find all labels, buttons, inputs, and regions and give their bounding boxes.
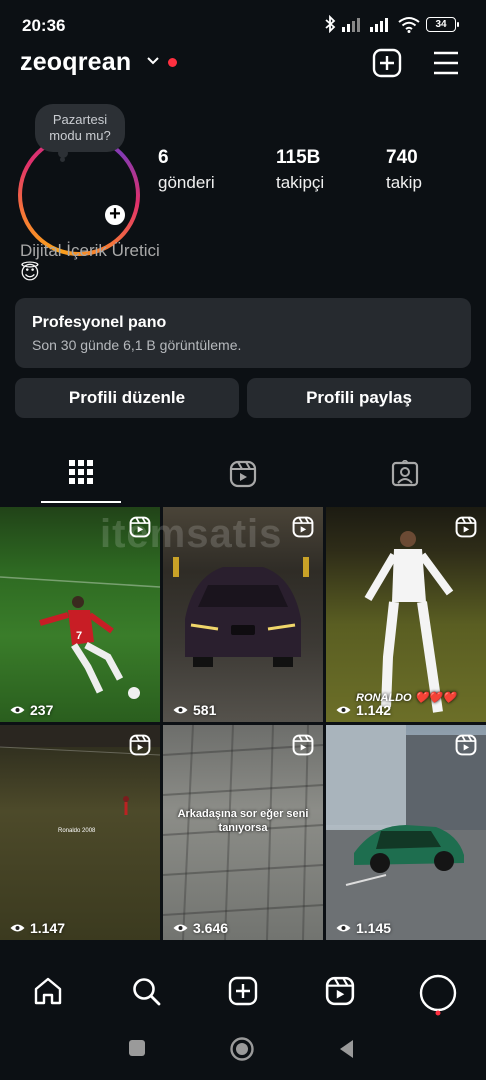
stat-value: 6 bbox=[158, 147, 169, 168]
tagged-icon bbox=[391, 460, 419, 487]
battery-icon: 34 bbox=[426, 16, 459, 32]
player-figure bbox=[364, 531, 454, 713]
post-caption: Arkadaşına sor eğer seni tanıyorsa bbox=[177, 808, 309, 834]
bluetooth-icon bbox=[325, 15, 336, 33]
view-count-value: 1.147 bbox=[30, 920, 66, 936]
reel-icon bbox=[455, 734, 477, 756]
eye-icon bbox=[10, 924, 25, 932]
dashboard-title: Profesyonel pano bbox=[32, 314, 167, 331]
view-count: 1.142 bbox=[336, 702, 391, 718]
view-count-value: 1.142 bbox=[356, 702, 392, 718]
wifi-icon bbox=[398, 16, 420, 33]
add-story-icon[interactable]: + bbox=[102, 202, 128, 228]
signal-icon bbox=[342, 18, 360, 32]
note-text: Pazartesi modu mu? bbox=[49, 112, 111, 143]
profile-header: zeoqrean bbox=[0, 44, 486, 86]
reels-nav-icon[interactable] bbox=[325, 976, 355, 1006]
eye-icon bbox=[173, 706, 188, 714]
car-figure bbox=[326, 725, 486, 940]
bio-emoji: 😇 bbox=[20, 263, 40, 284]
home-button-icon[interactable] bbox=[229, 1036, 255, 1062]
reel-icon bbox=[129, 734, 151, 756]
view-count: 3.646 bbox=[173, 920, 228, 936]
eye-icon bbox=[173, 924, 188, 932]
view-count: 1.147 bbox=[10, 920, 65, 936]
reel-icon bbox=[292, 516, 314, 538]
eye-icon bbox=[336, 706, 351, 714]
dashboard-subtitle: Son 30 günde 6,1 B görüntüleme. bbox=[32, 337, 242, 353]
chevron-down-icon[interactable] bbox=[146, 56, 160, 66]
stat-followers[interactable]: 115B takipçi bbox=[276, 147, 324, 193]
reel-icon bbox=[292, 734, 314, 756]
grid-item[interactable]: Ronaldo 2008 1.147 bbox=[0, 725, 160, 940]
status-time: 20:36 bbox=[22, 16, 66, 35]
home-icon[interactable] bbox=[33, 976, 63, 1006]
battery-level: 34 bbox=[435, 18, 447, 30]
eye-icon bbox=[336, 924, 351, 932]
signal-icon-2 bbox=[370, 18, 388, 32]
bio-category: Dijital İçerik Üretici bbox=[20, 241, 160, 260]
tab-posts[interactable] bbox=[0, 446, 162, 504]
view-count-value: 237 bbox=[30, 702, 54, 718]
note-tail-small bbox=[60, 157, 65, 162]
stat-label: gönderi bbox=[158, 173, 215, 192]
grid-item[interactable]: 1.145 bbox=[326, 725, 486, 940]
eye-icon bbox=[10, 706, 25, 714]
stat-posts[interactable]: 6 gönderi bbox=[158, 147, 215, 193]
professional-dashboard[interactable]: Profesyonel pano Son 30 günde 6,1 B görü… bbox=[15, 298, 471, 368]
create-icon[interactable] bbox=[228, 976, 258, 1006]
view-count: 581 bbox=[173, 702, 216, 718]
tab-tagged[interactable] bbox=[324, 446, 486, 504]
reel-icon bbox=[455, 516, 477, 538]
grid-icon bbox=[69, 460, 93, 484]
recent-apps-icon[interactable] bbox=[127, 1038, 147, 1058]
tab-reels[interactable] bbox=[162, 446, 324, 504]
profile-avatar-icon[interactable] bbox=[418, 973, 458, 1017]
status-bar: 20:36 34 bbox=[0, 0, 486, 50]
stat-label: takip bbox=[386, 173, 422, 192]
view-count-value: 581 bbox=[193, 702, 217, 718]
view-count-value: 1.145 bbox=[356, 920, 392, 936]
view-count: 237 bbox=[10, 702, 53, 718]
view-count: 1.145 bbox=[336, 920, 391, 936]
grid-item[interactable]: RONALDO ❤️❤️❤️ 1.142 bbox=[326, 507, 486, 722]
menu-icon[interactable] bbox=[432, 50, 460, 76]
watermark: itemsatis bbox=[100, 512, 283, 556]
stat-following[interactable]: 740 takip bbox=[386, 147, 422, 193]
create-post-icon[interactable] bbox=[372, 48, 402, 78]
search-icon[interactable] bbox=[131, 976, 161, 1006]
post-small-text: Ronaldo 2008 bbox=[58, 828, 96, 834]
grid-item[interactable]: Arkadaşına sor eğer seni tanıyorsa 3.646 bbox=[163, 725, 323, 940]
svg-text:7: 7 bbox=[76, 630, 82, 642]
status-icons: 34 bbox=[324, 15, 459, 33]
active-tab-indicator bbox=[41, 501, 121, 503]
posts-grid: 7 237 581 RONALDO ❤️❤️❤️ 1.142 Ronaldo 2… bbox=[0, 507, 486, 940]
username[interactable]: zeoqrean bbox=[20, 48, 131, 77]
avatar[interactable]: + bbox=[18, 134, 140, 256]
notification-dot bbox=[168, 58, 177, 67]
back-button-icon[interactable] bbox=[337, 1038, 357, 1060]
note-bubble[interactable]: Pazartesi modu mu? bbox=[35, 104, 125, 152]
bottom-nav bbox=[0, 960, 486, 1026]
share-profile-button[interactable]: Profili paylaş bbox=[247, 378, 471, 418]
stat-value: 740 bbox=[386, 147, 418, 168]
view-count-value: 3.646 bbox=[193, 920, 229, 936]
reels-icon bbox=[229, 460, 257, 488]
system-nav-bar bbox=[0, 1026, 486, 1080]
edit-profile-button[interactable]: Profili düzenle bbox=[15, 378, 239, 418]
avatar-image bbox=[22, 138, 136, 252]
stat-value: 115B bbox=[276, 147, 321, 168]
stat-label: takipçi bbox=[276, 173, 325, 192]
